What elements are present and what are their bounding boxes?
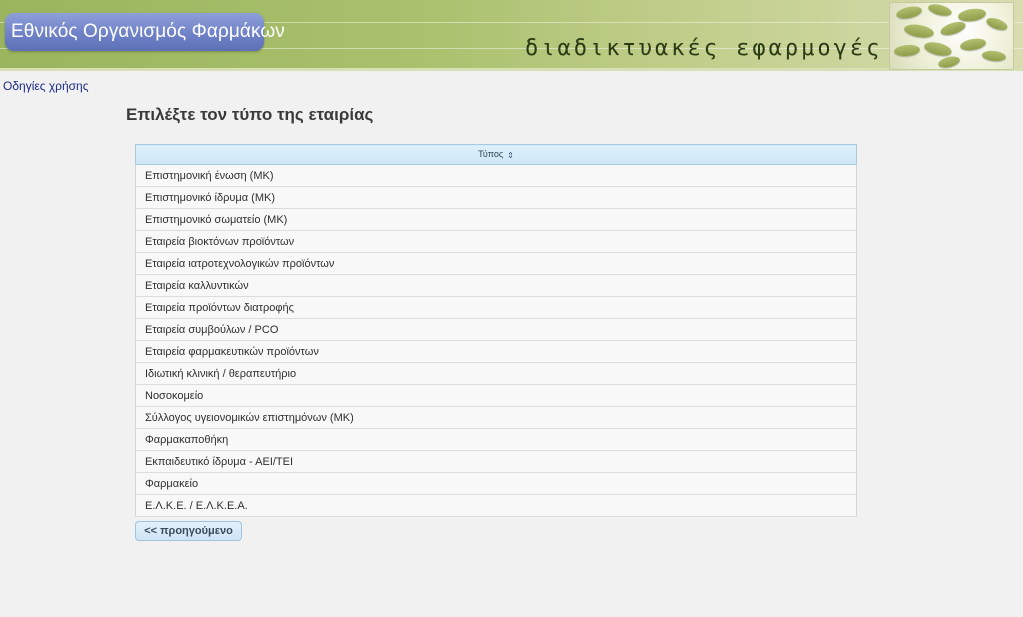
table-cell[interactable]: Νοσοκομείο	[135, 384, 857, 407]
table-cell[interactable]: Φαρμακείο	[135, 472, 857, 495]
company-type-table: Τύπος ⇕ Επιστημονική ένωση (ΜΚ) Επιστημον…	[135, 144, 857, 517]
table-cell[interactable]: Εταιρεία προϊόντων διατροφής	[135, 296, 857, 319]
table-cell[interactable]: Επιστημονική ένωση (ΜΚ)	[135, 164, 857, 187]
header-banner: Εθνικός Οργανισμός Φαρμάκων διαδικτυακές…	[0, 0, 1023, 71]
sort-icon: ⇕	[507, 150, 514, 160]
page-title: Επιλέξτε τον τύπο της εταιρίας	[126, 105, 374, 124]
table-row[interactable]: Επιστημονική ένωση (ΜΚ)	[135, 164, 857, 187]
table-cell[interactable]: Εταιρεία ιατροτεχνολογικών προϊόντων	[135, 252, 857, 275]
table-row[interactable]: Σύλλογος υγειονομικών επιστημόνων (ΜΚ)	[135, 406, 857, 429]
user-guide-link[interactable]: Οδηγίες χρήσης	[3, 79, 88, 93]
banner-tagline: διαδικτυακές εφαρμογές ΕΟΦ	[525, 36, 948, 61]
table-cell[interactable]: Εταιρεία συμβούλων / PCO	[135, 318, 857, 341]
table-header-row: Τύπος ⇕	[135, 144, 857, 165]
banner-border	[0, 68, 1023, 71]
table-row[interactable]: Εταιρεία ιατροτεχνολογικών προϊόντων	[135, 252, 857, 275]
table-row[interactable]: Εταιρεία καλλυντικών	[135, 274, 857, 297]
table-cell[interactable]: Σύλλογος υγειονομικών επιστημόνων (ΜΚ)	[135, 406, 857, 429]
table-row[interactable]: Εταιρεία φαρμακευτικών προϊόντων	[135, 340, 857, 363]
column-header-label: Τύπος	[478, 149, 504, 160]
table-row[interactable]: Φαρμακείο	[135, 472, 857, 495]
previous-button[interactable]: << προηγούμενο	[135, 521, 242, 541]
table-cell[interactable]: Εταιρεία καλλυντικών	[135, 274, 857, 297]
table-cell[interactable]: Εκπαιδευτικό ίδρυμα - ΑΕΙ/ΤΕΙ	[135, 450, 857, 473]
table-cell[interactable]: Επιστημονικό σωματείο (ΜΚ)	[135, 208, 857, 231]
table-cell[interactable]: Επιστημονικό ίδρυμα (ΜΚ)	[135, 186, 857, 209]
table-row[interactable]: Φαρμακαποθήκη	[135, 428, 857, 451]
table-cell[interactable]: Φαρμακαποθήκη	[135, 428, 857, 451]
table-row[interactable]: Εταιρεία βιοκτόνων προϊόντων	[135, 230, 857, 253]
table-row[interactable]: Ε.Λ.Κ.Ε. / Ε.Λ.Κ.Ε.Α.	[135, 494, 857, 517]
organization-logo: Εθνικός Οργανισμός Φαρμάκων	[5, 13, 285, 51]
table-row[interactable]: Νοσοκομείο	[135, 384, 857, 407]
table-row[interactable]: Ιδιωτική κλινική / θεραπευτήριο	[135, 362, 857, 385]
table-row[interactable]: Εταιρεία συμβούλων / PCO	[135, 318, 857, 341]
table-row[interactable]: Επιστημονικό ίδρυμα (ΜΚ)	[135, 186, 857, 209]
table-row[interactable]: Εκπαιδευτικό ίδρυμα - ΑΕΙ/ΤΕΙ	[135, 450, 857, 473]
pills-image	[889, 2, 1014, 70]
column-header-type[interactable]: Τύπος ⇕	[135, 144, 857, 165]
table-cell[interactable]: Εταιρεία φαρμακευτικών προϊόντων	[135, 340, 857, 363]
table-cell[interactable]: Εταιρεία βιοκτόνων προϊόντων	[135, 230, 857, 253]
table-row[interactable]: Επιστημονικό σωματείο (ΜΚ)	[135, 208, 857, 231]
table-row[interactable]: Εταιρεία προϊόντων διατροφής	[135, 296, 857, 319]
table-cell[interactable]: Ε.Λ.Κ.Ε. / Ε.Λ.Κ.Ε.Α.	[135, 494, 857, 517]
organization-name: Εθνικός Οργανισμός Φαρμάκων	[11, 21, 285, 42]
table-cell[interactable]: Ιδιωτική κλινική / θεραπευτήριο	[135, 362, 857, 385]
